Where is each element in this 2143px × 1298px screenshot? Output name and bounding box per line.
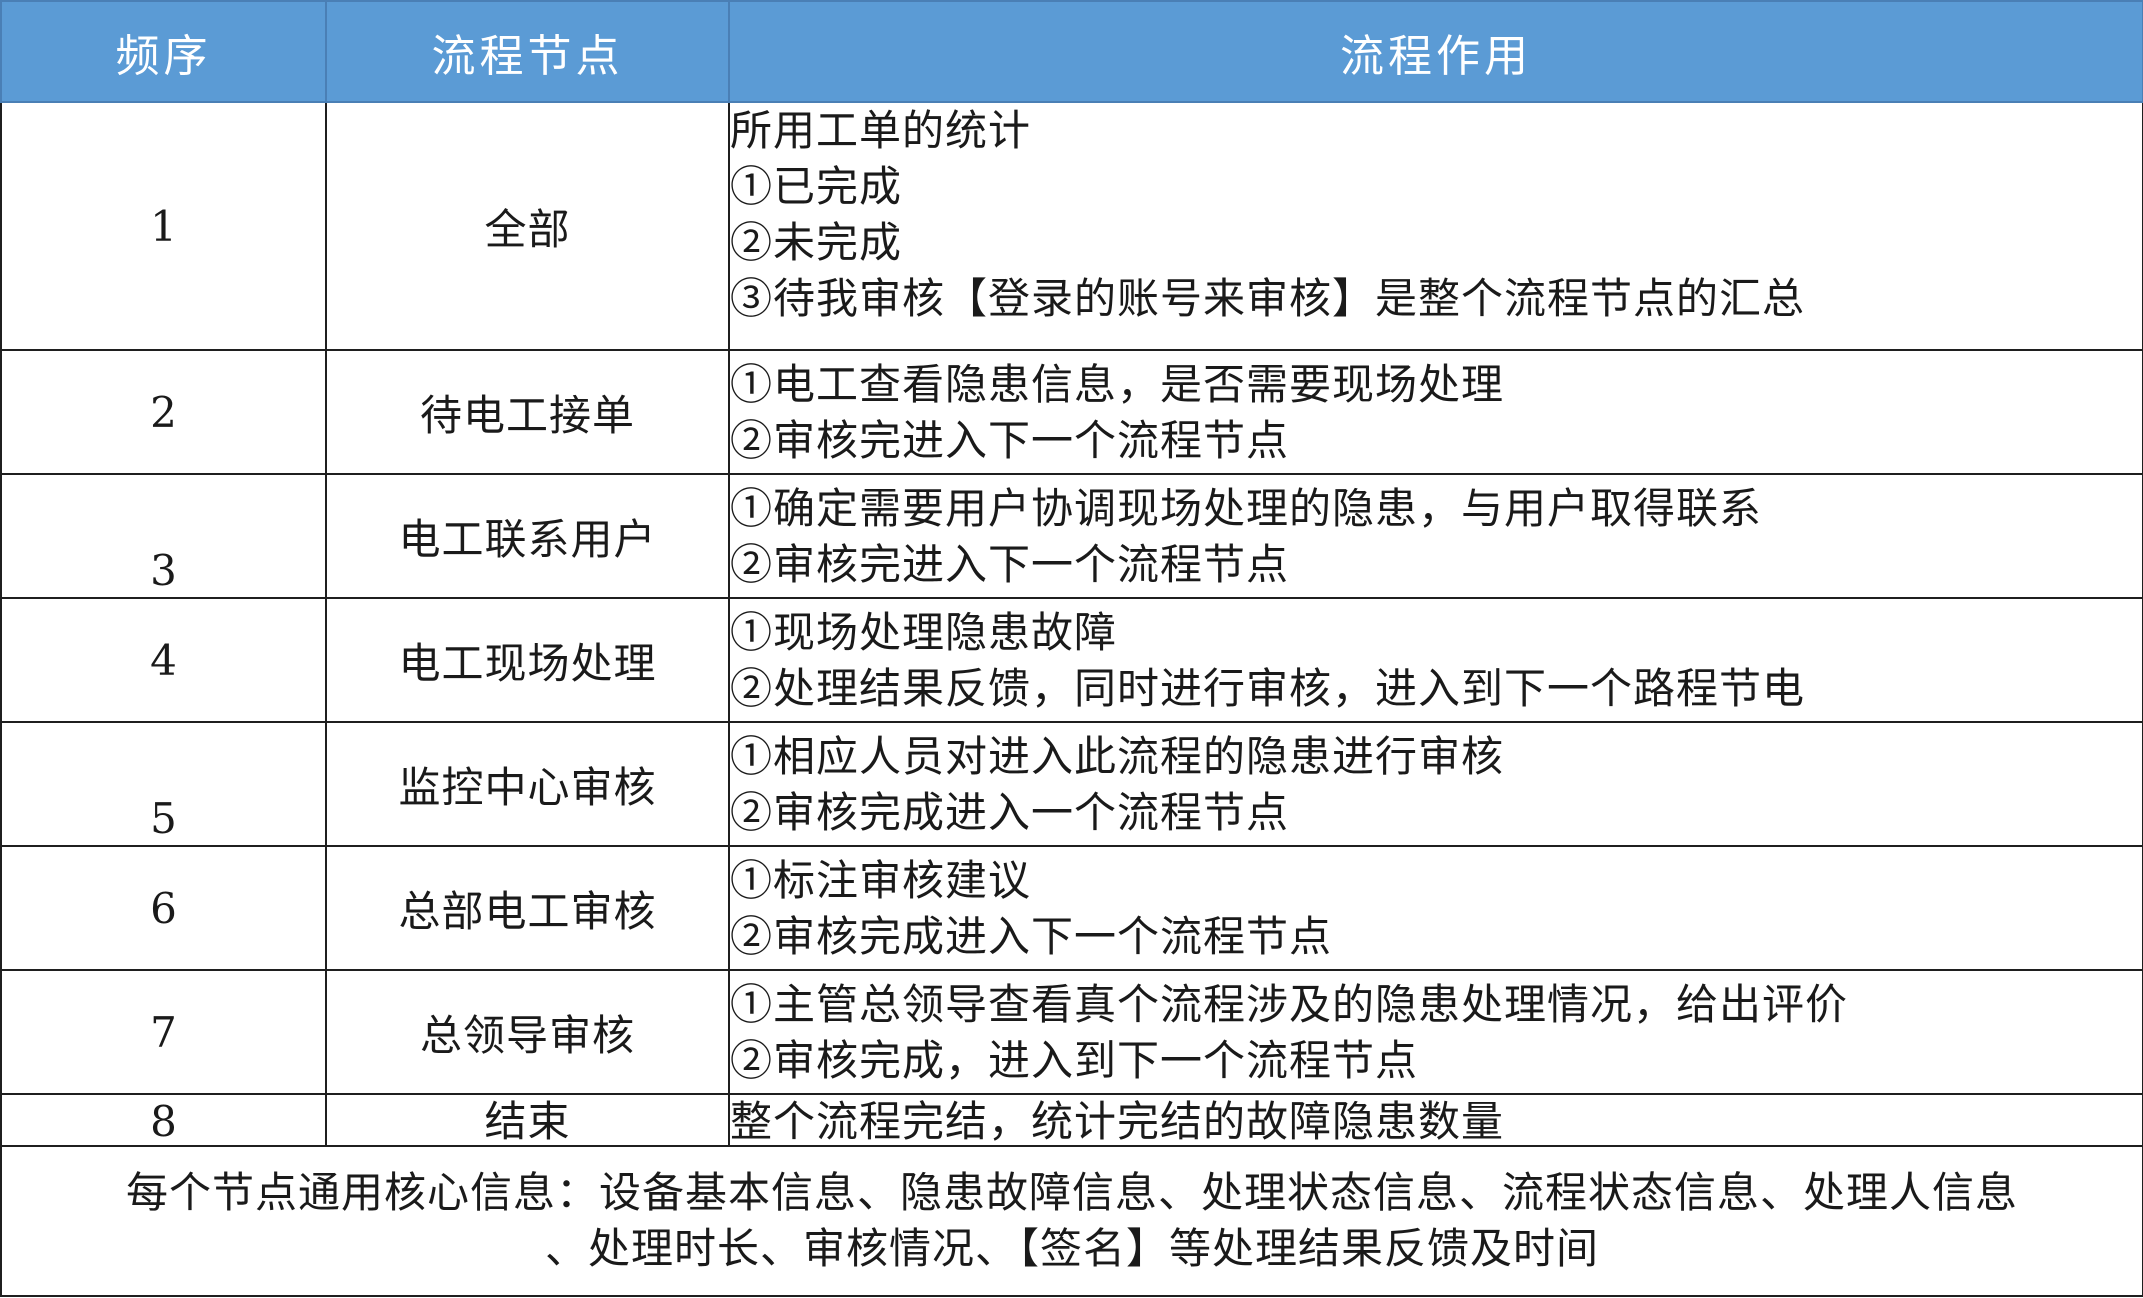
function-line: ②审核完成进入下一个流程节点 (730, 912, 1333, 961)
row-seq: 5 (0, 721, 327, 847)
function-line: ②未完成 (730, 218, 903, 267)
header-function: 流程作用 (728, 0, 2143, 103)
function-line: ①相应人员对进入此流程的隐患进行审核 (730, 732, 1505, 781)
function-line: ②审核完进入下一个流程节点 (730, 540, 1290, 589)
row-node: 全部 (325, 101, 730, 351)
table-row: 6 总部电工审核 ①标注审核建议 ②审核完成进入下一个流程节点 (0, 845, 2143, 971)
function-line: ③待我审核【登录的账号来审核】是整个流程节点的汇总 (730, 274, 1806, 323)
header-row: 频序 流程节点 流程作用 (0, 0, 2143, 103)
function-line: 所用工单的统计 (730, 106, 1032, 155)
row-function: ①现场处理隐患故障 ②处理结果反馈，同时进行审核，进入到下一个路程节电 (728, 597, 2143, 723)
footer-note: 每个节点通用核心信息：设备基本信息、隐患故障信息、处理状态信息、流程状态信息、处… (0, 1145, 2143, 1297)
function-line: ①现场处理隐患故障 (730, 608, 1118, 657)
function-line: ①确定需要用户协调现场处理的隐患，与用户取得联系 (730, 484, 1763, 533)
function-line: ②审核完成，进入到下一个流程节点 (730, 1036, 1419, 1085)
table-row: 8 结束 整个流程完结，统计完结的故障隐患数量 (0, 1093, 2143, 1147)
function-line: ②审核完进入下一个流程节点 (730, 416, 1290, 465)
function-line: ①主管总领导查看真个流程涉及的隐患处理情况，给出评价 (730, 980, 1849, 1029)
function-line: 整个流程完结，统计完结的故障隐患数量 (730, 1097, 1505, 1146)
row-seq: 7 (0, 969, 327, 1095)
row-function: ①标注审核建议 ②审核完成进入下一个流程节点 (728, 845, 2143, 971)
row-seq: 1 (0, 101, 327, 351)
row-node: 监控中心审核 (325, 721, 730, 847)
process-table: 频序 流程节点 流程作用 1 全部 所用工单的统计 ①已完成 ②未完成 ③待我审… (0, 0, 2143, 1297)
function-line: ②处理结果反馈，同时进行审核，进入到下一个路程节电 (730, 664, 1806, 713)
function-line: ①已完成 (730, 162, 903, 211)
row-node: 结束 (325, 1093, 730, 1147)
row-seq: 4 (0, 597, 327, 723)
row-seq: 2 (0, 349, 327, 475)
row-node: 电工联系用户 (325, 473, 730, 599)
row-function: ①电工查看隐患信息，是否需要现场处理 ②审核完进入下一个流程节点 (728, 349, 2143, 475)
row-node: 电工现场处理 (325, 597, 730, 723)
footer-line: 、处理时长、审核情况、【签名】等处理结果反馈及时间 (544, 1224, 1599, 1273)
footer-line: 每个节点通用核心信息：设备基本信息、隐患故障信息、处理状态信息、流程状态信息、处… (125, 1168, 2018, 1217)
row-node: 总领导审核 (325, 969, 730, 1095)
footer-row: 每个节点通用核心信息：设备基本信息、隐患故障信息、处理状态信息、流程状态信息、处… (0, 1145, 2143, 1297)
function-line: ①电工查看隐患信息，是否需要现场处理 (730, 360, 1505, 409)
row-function: ①相应人员对进入此流程的隐患进行审核 ②审核完成进入一个流程节点 (728, 721, 2143, 847)
table-row: 5 监控中心审核 ①相应人员对进入此流程的隐患进行审核 ②审核完成进入一个流程节… (0, 721, 2143, 847)
row-function: 所用工单的统计 ①已完成 ②未完成 ③待我审核【登录的账号来审核】是整个流程节点… (728, 101, 2143, 351)
row-function: ①主管总领导查看真个流程涉及的隐患处理情况，给出评价 ②审核完成，进入到下一个流… (728, 969, 2143, 1095)
row-node: 总部电工审核 (325, 845, 730, 971)
row-node: 待电工接单 (325, 349, 730, 475)
table-row: 2 待电工接单 ①电工查看隐患信息，是否需要现场处理 ②审核完进入下一个流程节点 (0, 349, 2143, 475)
function-line: ①标注审核建议 (730, 856, 1032, 905)
row-seq: 6 (0, 845, 327, 971)
header-node: 流程节点 (325, 0, 730, 103)
table-row: 7 总领导审核 ①主管总领导查看真个流程涉及的隐患处理情况，给出评价 ②审核完成… (0, 969, 2143, 1095)
table-row: 4 电工现场处理 ①现场处理隐患故障 ②处理结果反馈，同时进行审核，进入到下一个… (0, 597, 2143, 723)
header-seq: 频序 (0, 0, 327, 103)
function-line: ②审核完成进入一个流程节点 (730, 788, 1290, 837)
row-function: 整个流程完结，统计完结的故障隐患数量 (728, 1093, 2143, 1147)
row-function: ①确定需要用户协调现场处理的隐患，与用户取得联系 ②审核完进入下一个流程节点 (728, 473, 2143, 599)
row-seq: 8 (0, 1093, 327, 1147)
table-row: 1 全部 所用工单的统计 ①已完成 ②未完成 ③待我审核【登录的账号来审核】是整… (0, 101, 2143, 351)
row-seq: 3 (0, 473, 327, 599)
table-row: 3 电工联系用户 ①确定需要用户协调现场处理的隐患，与用户取得联系 ②审核完进入… (0, 473, 2143, 599)
